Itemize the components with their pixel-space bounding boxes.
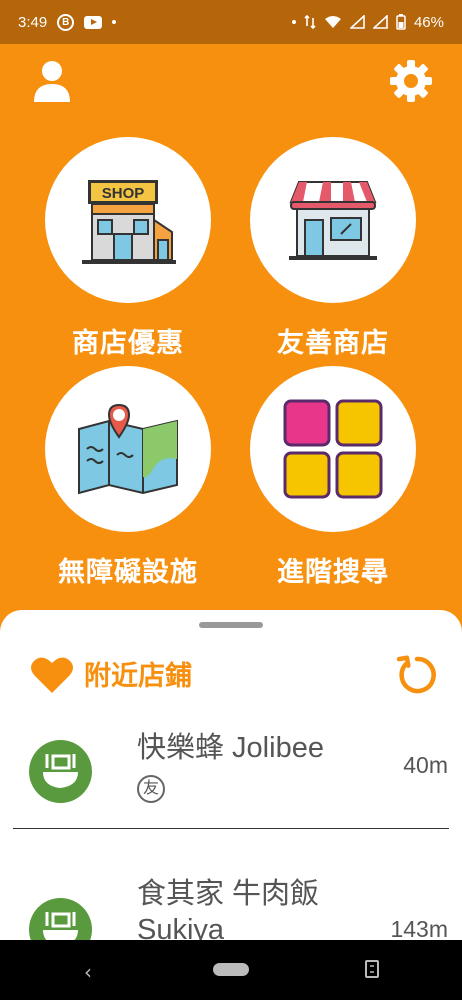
notification-dot-icon xyxy=(112,20,117,24)
nearby-sheet: 附近店鋪 快樂蜂 Jolibee 友 40m 食其家 牛肉飯 Sukiya 14… xyxy=(0,610,462,940)
tile-shop-offers[interactable]: SHOP 商店優惠 xyxy=(45,137,211,360)
signal-2-icon xyxy=(372,15,388,29)
storefront-icon-circle[interactable] xyxy=(250,137,416,303)
tile-advanced-search[interactable]: 進階搜尋 xyxy=(250,366,416,589)
signal-icon xyxy=(349,15,365,29)
tile-label: 無障礙設施 xyxy=(58,557,198,588)
shop-icon: SHOP xyxy=(82,180,176,264)
grid-icon-circle[interactable] xyxy=(250,366,416,532)
svg-text:SHOP: SHOP xyxy=(102,185,145,202)
tile-label: 進階搜尋 xyxy=(277,557,389,588)
battery-percent: 46% xyxy=(413,13,444,31)
system-nav-bar: ‹ xyxy=(0,940,462,1000)
gear-icon[interactable] xyxy=(389,59,433,103)
youtube-icon xyxy=(84,15,103,29)
accessibility-map-icon xyxy=(78,403,178,495)
restaurant-icon xyxy=(29,898,92,940)
data-transfer-icon xyxy=(304,14,316,30)
rotate-icon[interactable] xyxy=(364,957,380,981)
tile-friendly-stores[interactable]: 友善商店 xyxy=(250,137,416,360)
store-distance: 40m xyxy=(403,752,448,778)
nearby-title: 附近店鋪 xyxy=(84,661,192,692)
restaurant-icon xyxy=(29,740,92,803)
heart-icon xyxy=(31,657,73,693)
status-time: 3:49 xyxy=(18,13,48,31)
divider xyxy=(13,828,449,829)
store-name: 食其家 牛肉飯 Sukiya xyxy=(137,878,320,940)
tile-label: 商店優惠 xyxy=(72,328,184,359)
store-name: 快樂蜂 Jolibee xyxy=(137,732,324,764)
status-bar: 3:49 B 46% xyxy=(0,0,462,44)
accessibility-icon-circle[interactable] xyxy=(45,366,211,532)
home-pill-icon[interactable] xyxy=(213,963,249,976)
status-dot-icon xyxy=(291,20,296,24)
grid-icon xyxy=(283,399,383,499)
tile-accessibility[interactable]: 無障礙設施 xyxy=(45,366,211,589)
store-name-wrap: 快樂蜂 Jolibee 友 xyxy=(137,730,377,803)
notification-b-icon: B xyxy=(57,13,75,31)
battery-icon xyxy=(396,14,406,30)
tile-label: 友善商店 xyxy=(277,328,389,359)
drag-handle[interactable] xyxy=(199,622,263,628)
shop-icon-circle[interactable]: SHOP xyxy=(45,137,211,303)
wifi-icon xyxy=(324,16,341,28)
refresh-icon[interactable] xyxy=(396,654,438,696)
person-icon[interactable] xyxy=(32,60,72,102)
back-icon[interactable]: ‹ xyxy=(84,960,92,984)
list-item[interactable]: 快樂蜂 Jolibee 友 40m xyxy=(0,730,462,830)
storefront-icon xyxy=(289,181,377,260)
list-item[interactable]: 食其家 牛肉飯 Sukiya 143m xyxy=(0,876,462,940)
friendly-badge: 友 xyxy=(137,775,165,803)
store-distance: 143m xyxy=(390,916,448,940)
